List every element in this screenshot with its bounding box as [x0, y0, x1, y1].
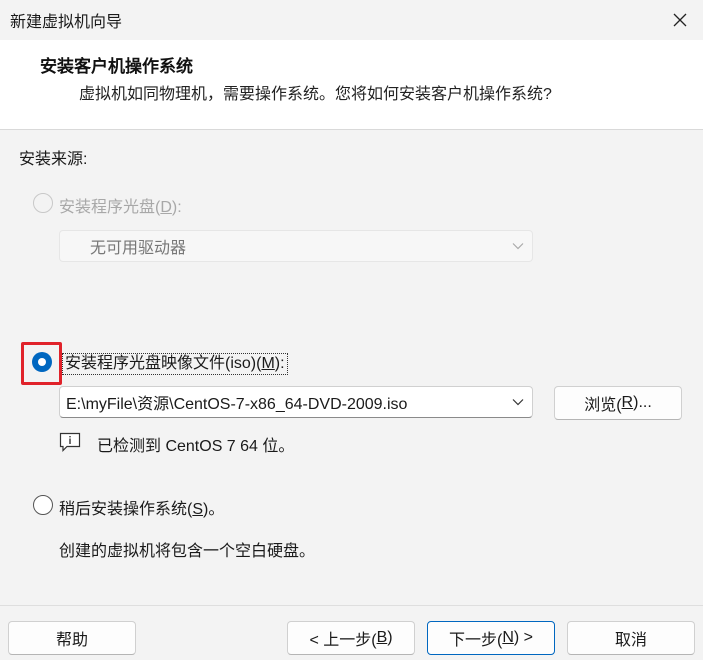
- iso-path-combo[interactable]: E:\myFile\资源\CentOS-7-x86_64-DVD-2009.is…: [59, 386, 533, 418]
- option-later-description: 创建的虚拟机将包含一个空白硬盘。: [59, 543, 316, 560]
- info-icon: [59, 432, 81, 452]
- title-bar: 新建虚拟机向导: [0, 0, 703, 40]
- page-subtitle: 虚拟机如同物理机，需要操作系统。您将如何安装客户机操作系统?: [79, 86, 552, 103]
- radio-install-disc[interactable]: [33, 193, 53, 213]
- chevron-down-icon: [512, 243, 524, 250]
- browse-button[interactable]: 浏览(R)...: [554, 386, 682, 420]
- footer-divider: [0, 605, 703, 606]
- next-button[interactable]: 下一步(N) >: [427, 621, 555, 655]
- drive-select[interactable]: 无可用驱动器: [59, 230, 533, 262]
- option-disc-label: 安装程序光盘(D):: [59, 199, 182, 216]
- option-later-label: 稍后安装操作系统(S)。: [59, 501, 225, 518]
- wizard-header: 安装客户机操作系统 虚拟机如同物理机，需要操作系统。您将如何安装客户机操作系统?: [0, 40, 703, 130]
- option-iso-label: 安装程序光盘映像文件(iso)(M):: [62, 353, 288, 375]
- selection-highlight-box: [21, 342, 62, 385]
- detected-os-text: 已检测到 CentOS 7 64 位。: [97, 438, 295, 455]
- back-button[interactable]: < 上一步(B): [287, 621, 415, 655]
- help-button[interactable]: 帮助: [8, 621, 136, 655]
- radio-install-later[interactable]: [33, 495, 53, 515]
- install-source-label: 安装来源:: [19, 151, 88, 168]
- page-title: 安装客户机操作系统: [40, 57, 193, 76]
- cancel-button[interactable]: 取消: [567, 621, 695, 655]
- close-icon: [673, 13, 687, 27]
- iso-path-input[interactable]: E:\myFile\资源\CentOS-7-x86_64-DVD-2009.is…: [66, 390, 407, 414]
- close-button[interactable]: [657, 0, 703, 40]
- drive-select-value: 无可用驱动器: [90, 240, 187, 257]
- window-title: 新建虚拟机向导: [10, 14, 123, 31]
- chevron-down-icon[interactable]: [512, 398, 524, 406]
